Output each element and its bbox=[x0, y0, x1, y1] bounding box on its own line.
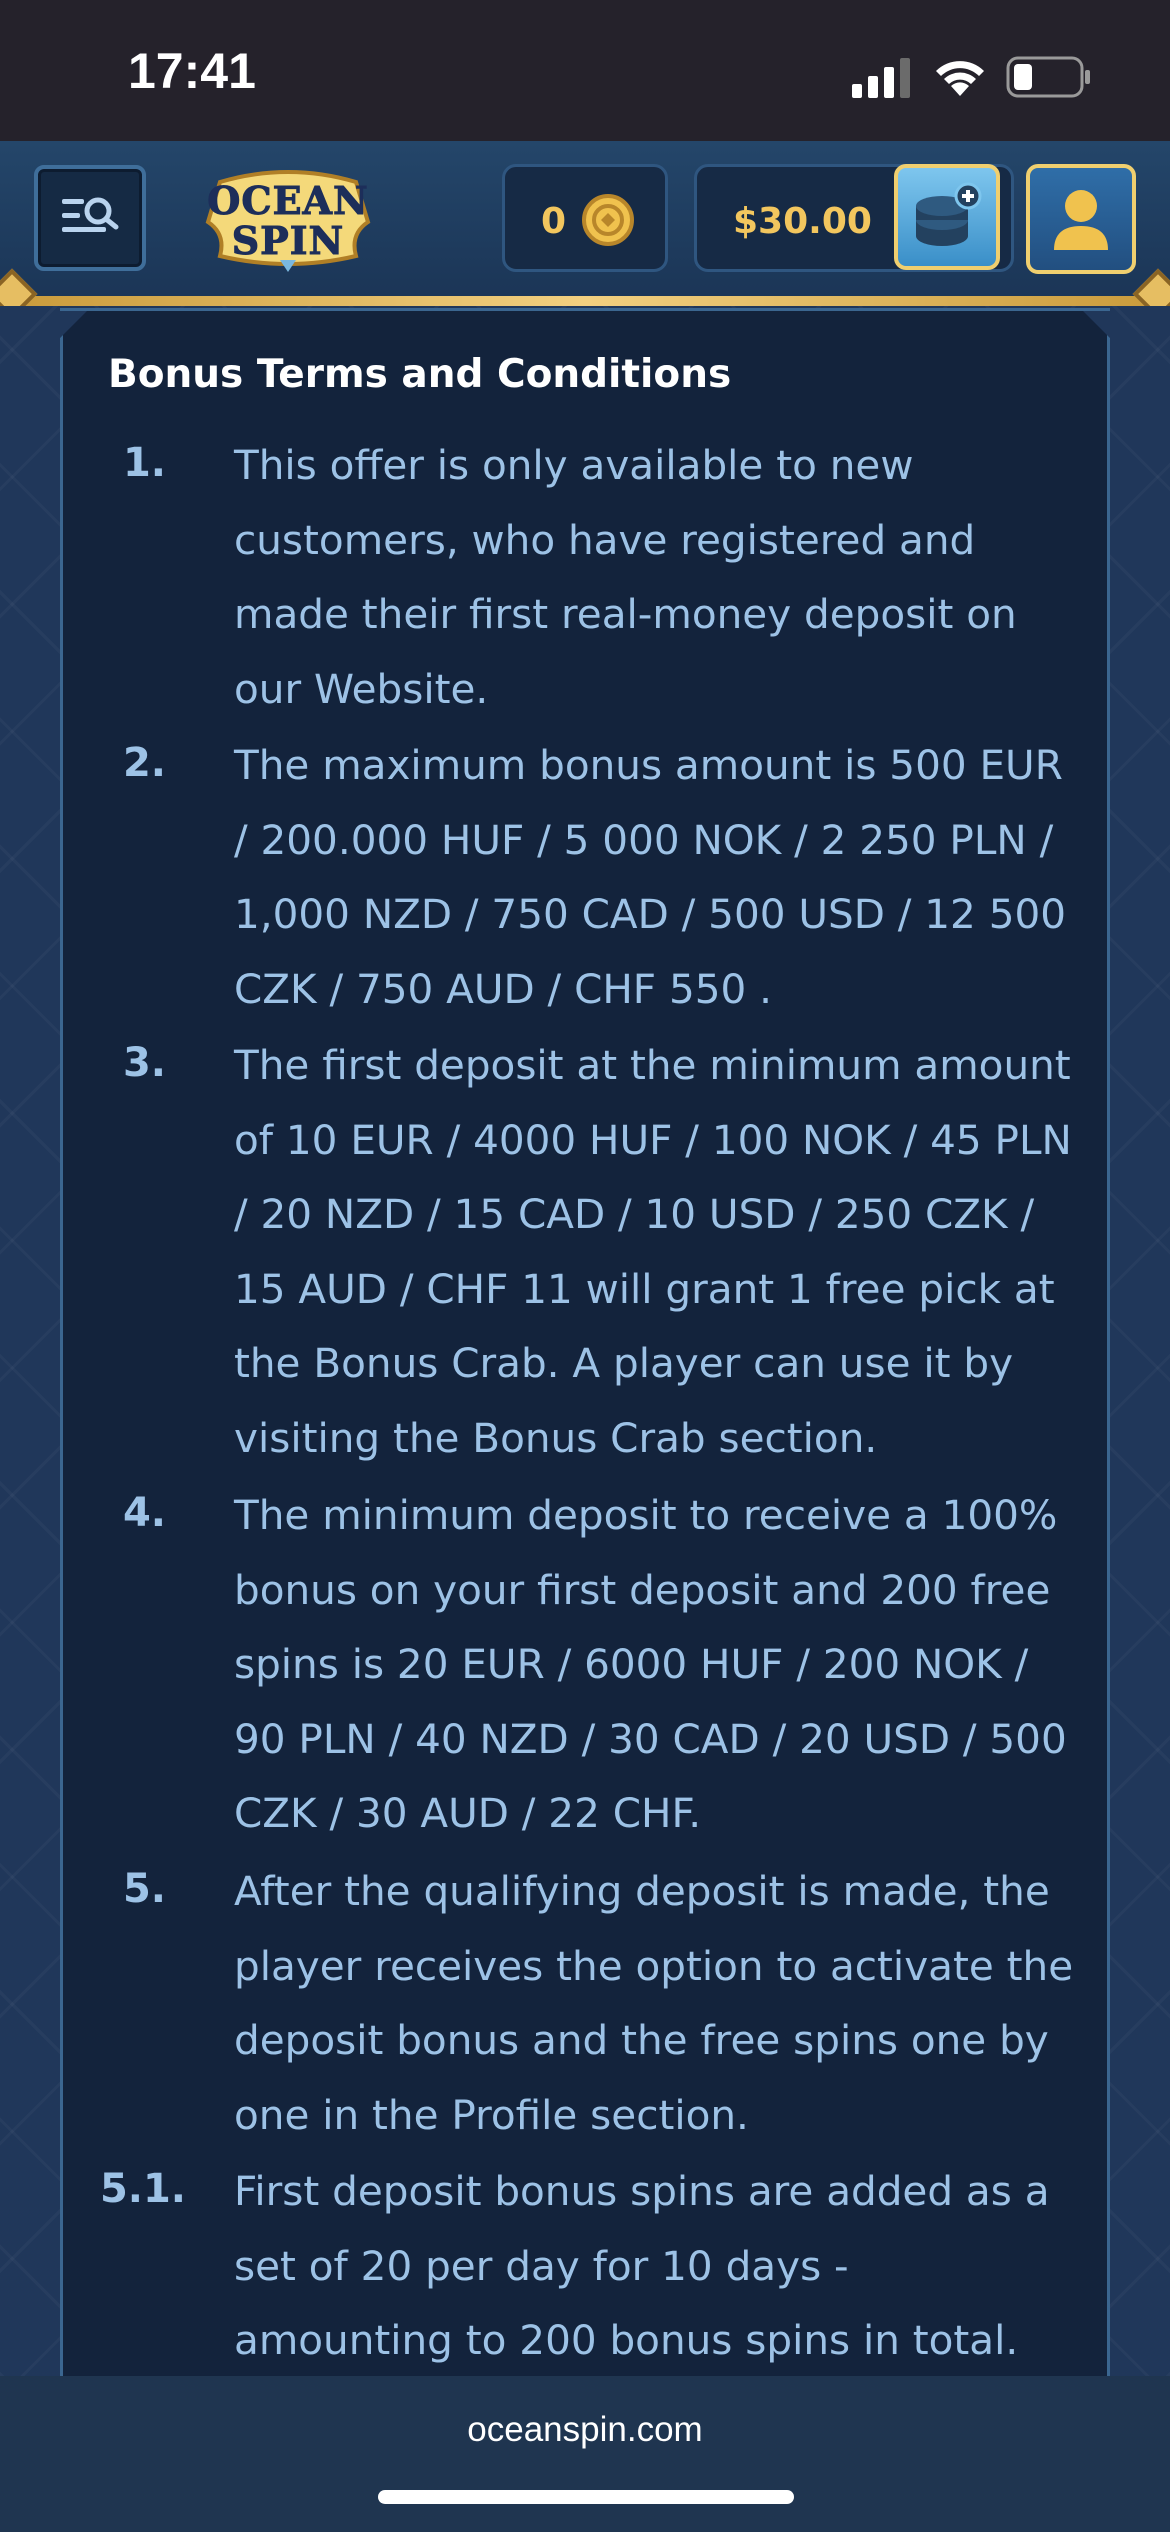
term-number: 1. bbox=[122, 440, 166, 486]
term-text: After the qualifying deposit is made, th… bbox=[234, 1867, 1074, 2139]
status-bar: 17:41 bbox=[0, 0, 1170, 141]
menu-search-button[interactable] bbox=[34, 165, 146, 271]
user-icon bbox=[1054, 190, 1108, 250]
terms-panel-top-border bbox=[60, 308, 1110, 338]
coin-icon bbox=[582, 194, 634, 246]
deposit-coins-icon bbox=[916, 182, 982, 246]
term-text: The maximum bonus amount is 500 EUR / 20… bbox=[234, 741, 1066, 1013]
term-number: 4. bbox=[122, 1490, 166, 1536]
term-text: The minimum deposit to receive a 100% bo… bbox=[234, 1491, 1067, 1837]
page-title: Bonus Terms and Conditions bbox=[108, 352, 732, 397]
coins-value: 0 bbox=[541, 201, 567, 242]
signal-icon bbox=[852, 58, 910, 98]
header-divider bbox=[0, 296, 1170, 306]
term-number: 5. bbox=[122, 1866, 166, 1912]
url-display[interactable]: oceanspin.com bbox=[0, 2410, 1170, 2450]
balance-value: $30.00 bbox=[733, 201, 872, 242]
battery-icon bbox=[1006, 56, 1090, 98]
wifi-icon bbox=[936, 61, 984, 96]
menu-search-icon bbox=[62, 197, 119, 232]
logo-text-line1: OCEAN bbox=[207, 178, 369, 224]
term-number: 3. bbox=[122, 1040, 166, 1086]
term-number: 5.1. bbox=[99, 2166, 186, 2212]
term-text: The first deposit at the minimum amount … bbox=[234, 1041, 1072, 1462]
deposit-button[interactable] bbox=[894, 164, 1000, 270]
logo-text-line2: SPIN bbox=[231, 218, 345, 264]
coins-counter[interactable]: 0 bbox=[502, 164, 668, 272]
home-indicator[interactable] bbox=[378, 2490, 794, 2504]
browser-bottom-bar bbox=[0, 2376, 1170, 2532]
term-text: First deposit bonus spins are added as a… bbox=[234, 2167, 1050, 2364]
ocean-spin-logo[interactable]: OCEAN SPIN bbox=[200, 168, 376, 276]
profile-button[interactable] bbox=[1026, 164, 1136, 274]
term-text: This offer is only available to new cust… bbox=[234, 441, 1017, 713]
status-time: 17:41 bbox=[128, 43, 256, 99]
term-number: 2. bbox=[122, 740, 166, 786]
